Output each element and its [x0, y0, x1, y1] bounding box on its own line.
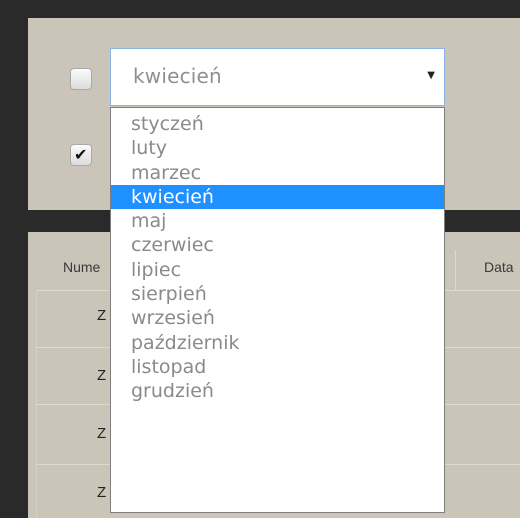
filter-checkbox-2[interactable]: ✔	[70, 144, 92, 166]
dropdown-arrow-icon: ▼	[427, 70, 435, 81]
month-option[interactable]: maj	[111, 209, 444, 233]
month-option[interactable]: październik	[111, 331, 444, 355]
column-header-date[interactable]: Data	[484, 259, 514, 275]
month-option[interactable]: grudzień	[111, 379, 444, 403]
column-divider	[455, 250, 456, 290]
month-option-selected[interactable]: kwiecień	[111, 184, 444, 210]
month-option[interactable]: marzec	[111, 161, 444, 185]
month-select[interactable]: kwiecień ▼	[110, 48, 445, 106]
month-option[interactable]: listopad	[111, 355, 444, 379]
month-option[interactable]: luty	[111, 136, 444, 160]
table-cell: Z	[97, 367, 107, 384]
month-option[interactable]: sierpień	[111, 282, 444, 306]
table-cell: Z	[97, 425, 107, 442]
month-option[interactable]: styczeń	[111, 112, 444, 136]
table-cell: Z	[97, 307, 107, 324]
filter-checkbox-1[interactable]	[70, 68, 92, 90]
month-select-value: kwiecień	[133, 64, 222, 88]
column-header-name[interactable]: Nume	[63, 259, 100, 275]
month-option[interactable]: wrzesień	[111, 306, 444, 330]
month-option[interactable]: czerwiec	[111, 233, 444, 257]
month-dropdown-list: styczeń luty marzec kwiecień maj czerwie…	[110, 107, 445, 513]
checkmark-icon: ✔	[74, 145, 88, 164]
month-option[interactable]: lipiec	[111, 258, 444, 282]
table-cell: Z	[97, 484, 107, 501]
